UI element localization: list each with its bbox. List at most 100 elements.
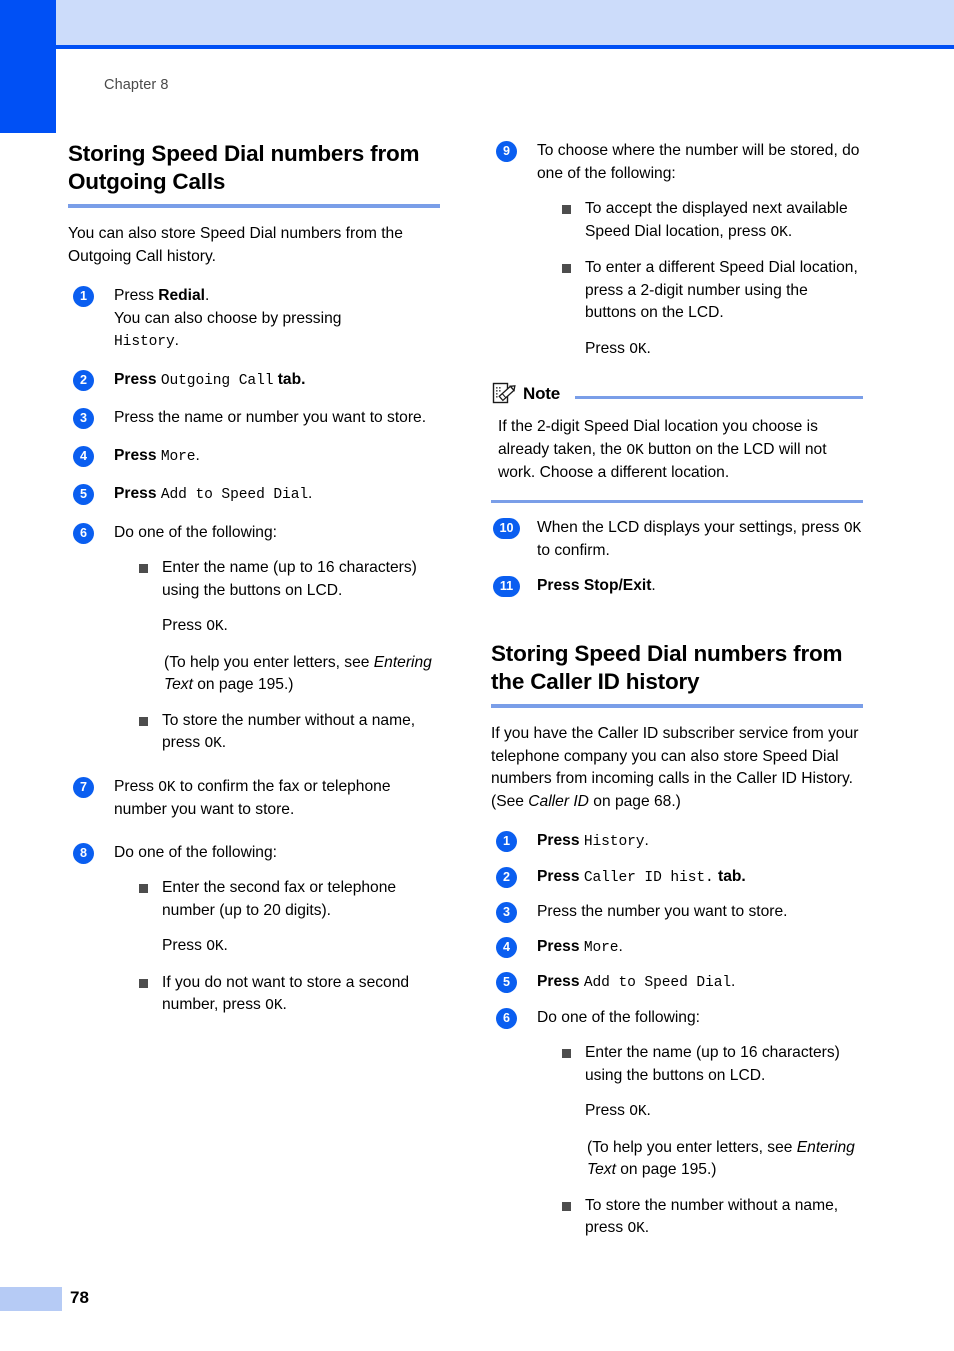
lcd-label: OK bbox=[626, 442, 644, 459]
sub-line: Press OK. bbox=[162, 935, 440, 959]
note-title: Note bbox=[523, 384, 560, 403]
chapter-thumb-tab bbox=[0, 0, 56, 133]
step-text: Press More. bbox=[114, 445, 440, 469]
step-badge: 1 bbox=[73, 286, 94, 307]
step-item: 1 Press Redial. You can also choose by p… bbox=[68, 285, 440, 354]
step-item: 4 Press More. bbox=[491, 936, 863, 960]
step-text-part: You can also choose by pressing bbox=[114, 309, 342, 327]
note-body: If the 2-digit Speed Dial location you c… bbox=[498, 416, 863, 485]
cross-reference-title: Caller ID bbox=[528, 792, 589, 810]
step-item: 6 Do one of the following: Enter the nam… bbox=[491, 1007, 863, 1241]
step-text: Do one of the following: bbox=[114, 523, 277, 541]
step-item: 7 Press OK to confirm the fax or telepho… bbox=[68, 776, 440, 822]
sub-text-part: . bbox=[223, 937, 228, 954]
bullet-text-part: . bbox=[282, 996, 287, 1013]
lcd-label: OK bbox=[629, 1104, 647, 1120]
step-text-part: tab. bbox=[273, 370, 306, 388]
lcd-label: OK bbox=[206, 939, 224, 955]
step-badge: 8 bbox=[73, 842, 94, 864]
step-badge: 3 bbox=[73, 408, 94, 429]
step-badge: 5 bbox=[73, 484, 94, 505]
step-text-part: to confirm. bbox=[537, 542, 610, 559]
bullet-text: Enter the name (up to 16 characters) usi… bbox=[585, 1044, 840, 1084]
sub-text-part: Press bbox=[162, 617, 207, 634]
step-text: Press Caller ID hist. tab. bbox=[537, 866, 863, 890]
step-text-part: Press bbox=[114, 446, 161, 464]
sub-line-crossref: (To help you enter letters, see Entering… bbox=[164, 652, 440, 697]
page-title: Storing Speed Dial numbers from Outgoing… bbox=[68, 141, 420, 194]
step-text: Press the number you want to store. bbox=[537, 903, 788, 920]
sub-line: Press OK. bbox=[585, 338, 863, 362]
sub-text-part: . bbox=[646, 339, 651, 357]
sub-text-part: on page 195.) bbox=[615, 1161, 717, 1178]
step-text-part: When the LCD displays your settings, pre… bbox=[537, 518, 844, 536]
step-item: 5 Press Add to Speed Dial. bbox=[491, 971, 863, 995]
lcd-label: Outgoing Call bbox=[160, 372, 274, 389]
lcd-label: OK bbox=[629, 341, 647, 358]
bullet-item: If you do not want to store a second num… bbox=[138, 972, 440, 1018]
step-text: Press the name or number you want to sto… bbox=[114, 409, 427, 426]
step-text-part: . bbox=[651, 576, 656, 594]
step-text-part: Press bbox=[114, 287, 159, 304]
note-bottom-rule bbox=[491, 499, 863, 503]
step-text-part: . bbox=[644, 832, 649, 849]
note-box: Note If the 2-digit Speed Dial location … bbox=[491, 381, 863, 503]
bullet-item: To store the number without a name, pres… bbox=[138, 710, 440, 756]
intro-text-part: on page 68.) bbox=[588, 792, 681, 810]
step-text-part: Press bbox=[114, 485, 161, 502]
step-text-part: . bbox=[618, 937, 623, 955]
step-item: 3 Press the name or number you want to s… bbox=[68, 407, 440, 430]
step-text: Press OK to confirm the fax or telephone… bbox=[114, 776, 440, 822]
step-text-part: . bbox=[195, 446, 200, 464]
step-item: 1 Press History. bbox=[491, 830, 863, 854]
bullet-text-part: . bbox=[221, 734, 227, 751]
step-item: 3 Press the number you want to store. bbox=[491, 901, 863, 924]
step-button-name: Stop/Exit bbox=[583, 576, 652, 594]
step-text-part: . bbox=[308, 485, 313, 502]
step-badge: 2 bbox=[496, 866, 517, 888]
lcd-label: OK bbox=[204, 736, 222, 752]
sub-text-part: . bbox=[223, 617, 228, 634]
step-text: To choose where the number will be store… bbox=[537, 142, 860, 182]
sub-line-crossref: (To help you enter letters, see Entering… bbox=[587, 1137, 863, 1182]
note-header-rule bbox=[574, 395, 863, 399]
step-badge: 6 bbox=[73, 522, 94, 544]
step-text: When the LCD displays your settings, pre… bbox=[537, 517, 863, 563]
lcd-label: More bbox=[160, 448, 196, 465]
header-band bbox=[56, 0, 954, 45]
bullet-text-part: . bbox=[644, 1219, 650, 1236]
step-text: Do one of the following: bbox=[537, 1008, 700, 1026]
sub-line: Press OK. bbox=[162, 615, 440, 639]
step-item: 2 Press Outgoing Call tab. bbox=[68, 369, 440, 393]
bullet-text: To store the number without a name, pres… bbox=[162, 711, 416, 752]
footer-accent-bar bbox=[0, 1287, 62, 1311]
left-intro-paragraph: You can also store Speed Dial numbers fr… bbox=[68, 225, 403, 265]
lcd-label: OK bbox=[627, 1221, 645, 1237]
bullet-text: Enter the second fax or telephone number… bbox=[162, 879, 397, 919]
sub-text-part: (To help you enter letters, see bbox=[164, 653, 374, 671]
bullet-item: To enter a different Speed Dial location… bbox=[561, 257, 863, 325]
step-text: Press Outgoing Call tab. bbox=[114, 369, 440, 393]
step-text-part: Press bbox=[114, 777, 159, 795]
step-text-part: . bbox=[174, 332, 179, 349]
step-text: Press Redial. You can also choose by pre… bbox=[114, 285, 440, 354]
right-column: 9 To choose where the number will be sto… bbox=[491, 140, 863, 1256]
step-badge: 1 bbox=[496, 831, 517, 852]
heading-underline bbox=[491, 704, 863, 708]
right-intro-paragraph: If you have the Caller ID subscriber ser… bbox=[491, 723, 863, 813]
heading-underline bbox=[68, 204, 440, 208]
bullet-item: Enter the name (up to 16 characters) usi… bbox=[138, 557, 440, 602]
step-text-part: Press bbox=[537, 576, 584, 594]
lcd-label: OK bbox=[843, 520, 862, 537]
sub-text-part: Press bbox=[585, 1102, 630, 1119]
step-text: Press History. bbox=[537, 830, 863, 854]
step-text-part: Press bbox=[114, 370, 161, 388]
step-item: 8 Do one of the following: Enter the sec… bbox=[68, 842, 440, 1018]
lcd-label: OK bbox=[206, 619, 224, 635]
lcd-label: OK bbox=[265, 998, 283, 1014]
step-badge: 5 bbox=[496, 972, 517, 993]
sub-text-part: (To help you enter letters, see bbox=[587, 1138, 797, 1156]
right-section-heading-block: Storing Speed Dial numbers from the Call… bbox=[491, 640, 863, 708]
step-item: 6 Do one of the following: Enter the nam… bbox=[68, 522, 440, 756]
sub-text-part: on page 195.) bbox=[192, 676, 294, 693]
